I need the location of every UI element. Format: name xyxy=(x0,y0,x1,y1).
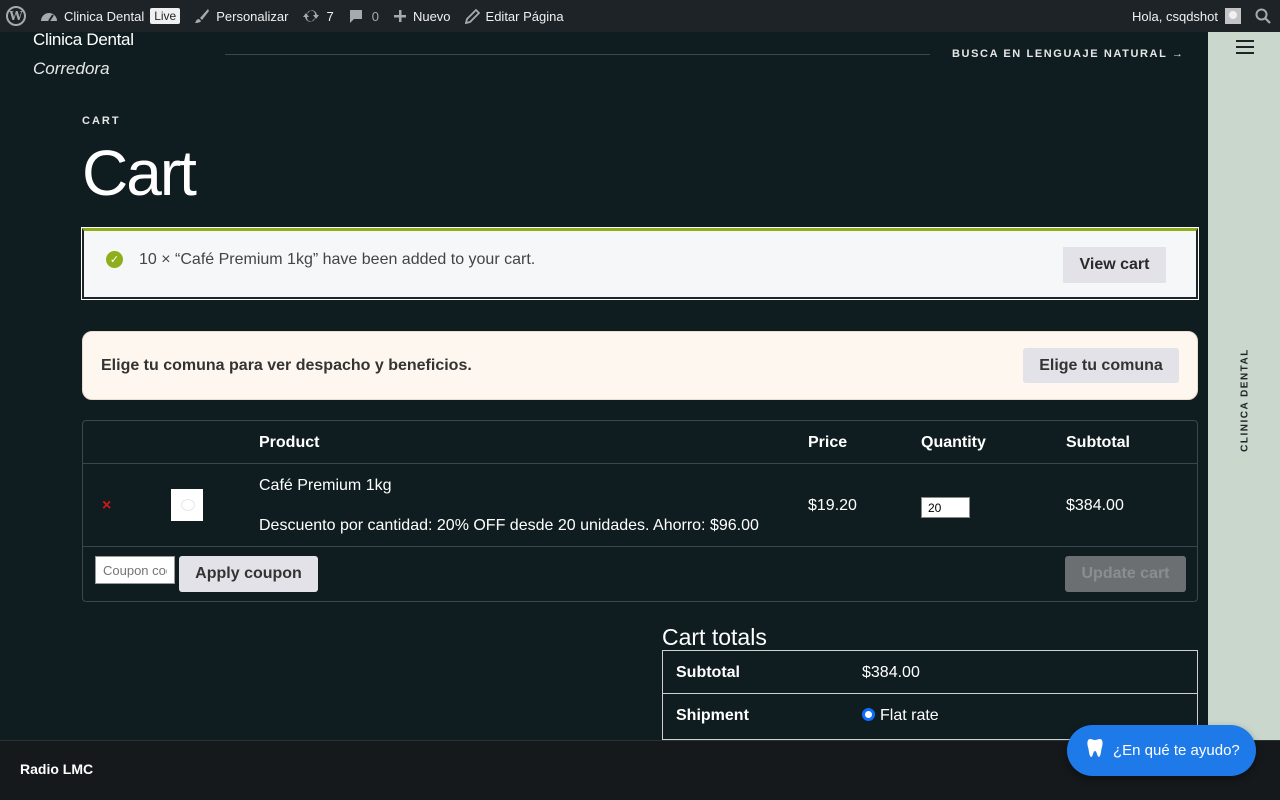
pencil-icon xyxy=(464,8,480,24)
site-subtitle: Corredora xyxy=(33,59,110,78)
coupon-input[interactable] xyxy=(95,556,175,584)
totals-subtotal-label: Subtotal xyxy=(676,664,740,681)
column-header-subtotal: Subtotal xyxy=(1066,434,1130,451)
product-name[interactable]: Café Premium 1kg xyxy=(259,477,392,495)
plus-icon xyxy=(393,9,407,23)
product-thumbnail[interactable] xyxy=(171,489,203,521)
column-header-price: Price xyxy=(808,434,848,451)
admin-search-button[interactable] xyxy=(1248,0,1280,32)
check-circle-icon: ✓ xyxy=(106,251,123,268)
natural-language-search-link[interactable]: BUSCA EN LENGUAJE NATURAL → xyxy=(952,48,1184,60)
breadcrumb: CART xyxy=(82,115,121,127)
side-panel-label: CLINICA DENTAL xyxy=(1239,348,1251,452)
shipping-option[interactable]: Flat rate xyxy=(862,707,939,725)
apply-coupon-button[interactable]: Apply coupon xyxy=(179,556,318,592)
customize-label: Personalizar xyxy=(216,8,289,24)
cart-totals-title: Cart totals xyxy=(662,624,767,650)
comment-icon xyxy=(348,9,364,24)
column-header-quantity: Quantity xyxy=(921,434,986,451)
remove-item-icon[interactable]: × xyxy=(102,497,111,515)
chat-widget-label: ¿En qué te ayudo? xyxy=(1113,742,1240,759)
new-label: Nuevo xyxy=(412,8,451,24)
cart-notice: ✓ 10 × “Café Premium 1kg” have been adde… xyxy=(81,227,1199,300)
cart-table: Product Price Quantity Subtotal × Café P… xyxy=(82,420,1198,602)
product-subtotal: $384.00 xyxy=(1066,497,1124,514)
search-icon xyxy=(1255,8,1271,24)
notice-message: 10 × “Café Premium 1kg” have been added … xyxy=(139,251,536,268)
site-name-menu[interactable]: Clinica Dental Live xyxy=(33,0,187,32)
edit-page-label: Editar Página xyxy=(485,8,564,24)
chat-widget-button[interactable]: ¿En qué te ayudo? xyxy=(1067,725,1256,776)
site-name-label: Clinica Dental xyxy=(64,8,145,24)
wordpress-logo-icon: W xyxy=(6,6,26,26)
row-divider xyxy=(83,546,1197,547)
update-cart-button[interactable]: Update cart xyxy=(1065,556,1186,592)
site-title[interactable]: Clinica Dental xyxy=(33,30,134,50)
avatar xyxy=(1225,8,1241,24)
new-content-link[interactable]: Nuevo xyxy=(386,0,458,32)
hamburger-menu-icon[interactable] xyxy=(1236,40,1254,54)
flat-rate-radio[interactable] xyxy=(862,708,875,721)
column-header-product: Product xyxy=(259,434,320,451)
comuna-message: Elige tu comuna para ver despacho y bene… xyxy=(101,357,472,374)
updates-count: 7 xyxy=(326,8,334,24)
totals-row-subtotal: Subtotal $384.00 xyxy=(663,651,1197,694)
totals-shipment-label: Shipment xyxy=(676,707,749,724)
product-discount-note: Descuento por cantidad: 20% OFF desde 20… xyxy=(259,517,759,534)
edit-page-link[interactable]: Editar Página xyxy=(458,0,571,32)
page-title: Cart xyxy=(82,137,197,209)
tooth-icon xyxy=(1087,738,1103,763)
updates-icon xyxy=(302,8,320,24)
quantity-input[interactable] xyxy=(921,497,970,518)
side-panel: CLINICA DENTAL xyxy=(1208,32,1280,740)
wordpress-menu[interactable]: W xyxy=(0,0,33,32)
live-badge: Live xyxy=(150,8,181,24)
user-menu[interactable]: Hola, csqdshot xyxy=(1125,0,1248,32)
row-divider xyxy=(83,463,1197,464)
user-greeting: Hola, csqdshot xyxy=(1132,8,1218,24)
comuna-banner: Elige tu comuna para ver despacho y bene… xyxy=(82,331,1198,400)
comments-link[interactable]: 0 xyxy=(341,0,386,32)
product-price: $19.20 xyxy=(808,497,857,514)
customize-link[interactable]: Personalizar xyxy=(187,0,295,32)
totals-subtotal-value: $384.00 xyxy=(862,664,920,681)
flat-rate-label: Flat rate xyxy=(880,707,939,724)
radio-station-label: Radio LMC xyxy=(20,761,94,777)
comments-count: 0 xyxy=(371,8,379,24)
choose-comuna-button[interactable]: Elige tu comuna xyxy=(1023,348,1179,383)
brush-icon xyxy=(194,8,210,24)
updates-link[interactable]: 7 xyxy=(295,0,340,32)
view-cart-button[interactable]: View cart xyxy=(1063,247,1166,283)
header-divider xyxy=(225,54,930,55)
dashboard-icon xyxy=(40,9,58,23)
admin-bar: W Clinica Dental Live Personalizar 7 0 N… xyxy=(0,0,1280,32)
